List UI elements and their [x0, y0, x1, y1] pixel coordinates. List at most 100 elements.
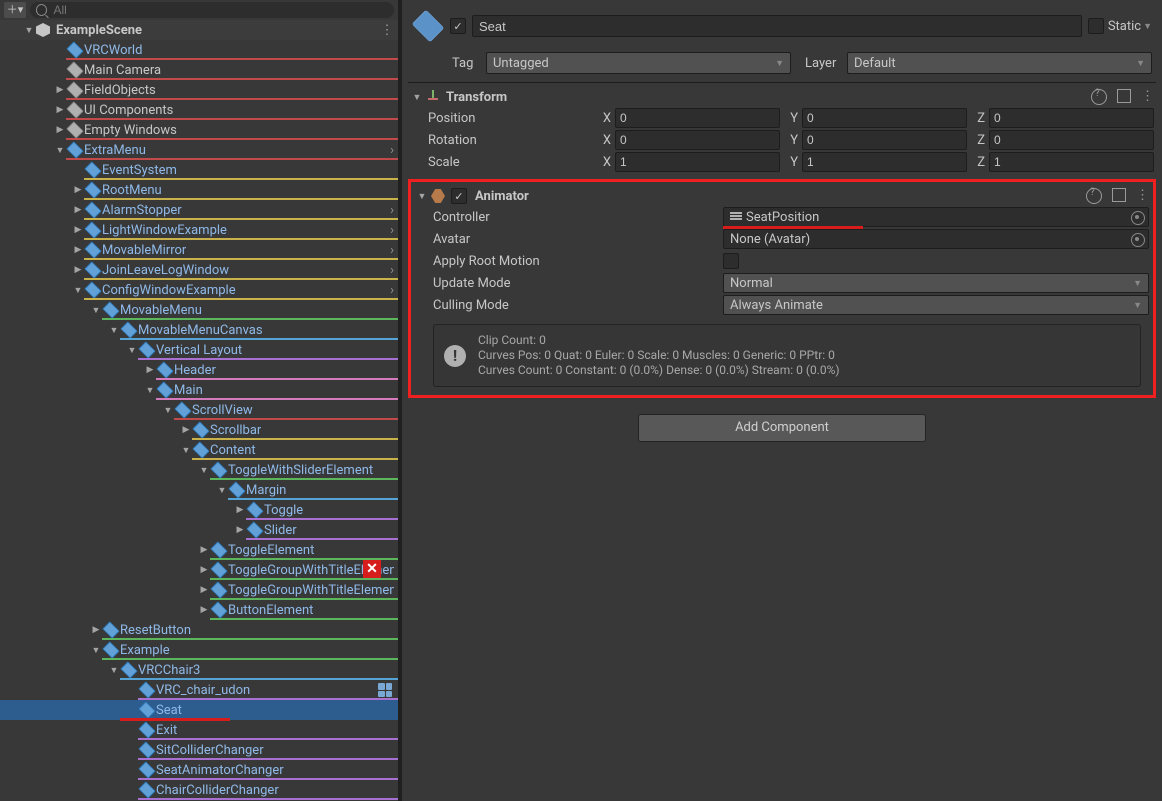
- foldout-icon[interactable]: [126, 345, 138, 356]
- controller-field[interactable]: SeatPosition: [723, 207, 1149, 227]
- help-icon[interactable]: [1091, 89, 1107, 105]
- foldout-icon[interactable]: [234, 525, 246, 535]
- culling-mode-dropdown[interactable]: Always Animate▼: [723, 295, 1149, 315]
- scene-header[interactable]: ExampleScene ⋮: [0, 20, 398, 40]
- scene-foldout[interactable]: [24, 25, 34, 36]
- hierarchy-row[interactable]: Exit: [0, 720, 398, 740]
- position-z-input[interactable]: [989, 108, 1154, 128]
- animator-foldout[interactable]: [415, 191, 429, 202]
- open-prefab-chevron-icon[interactable]: ›: [380, 223, 394, 238]
- hierarchy-row[interactable]: UI Components: [0, 100, 398, 120]
- hierarchy-row[interactable]: JoinLeaveLogWindow›: [0, 260, 398, 280]
- hierarchy-row[interactable]: ButtonElement: [0, 600, 398, 620]
- object-picker-icon[interactable]: [1131, 233, 1145, 247]
- animator-header[interactable]: Animator ⋮: [415, 186, 1149, 206]
- foldout-icon[interactable]: [72, 285, 84, 296]
- component-context-icon[interactable]: ⋮: [1141, 89, 1154, 105]
- object-picker-icon[interactable]: [1131, 211, 1145, 225]
- foldout-icon[interactable]: [72, 185, 84, 195]
- hierarchy-row[interactable]: ChairColliderChanger: [0, 780, 398, 800]
- active-checkbox[interactable]: [450, 18, 466, 34]
- component-context-icon[interactable]: ⋮: [1136, 188, 1149, 204]
- search-field-wrap[interactable]: [30, 2, 394, 18]
- foldout-icon[interactable]: [72, 245, 84, 255]
- hierarchy-row[interactable]: ConfigWindowExample›: [0, 280, 398, 300]
- foldout-icon[interactable]: [54, 85, 66, 95]
- foldout-icon[interactable]: [180, 445, 192, 456]
- hierarchy-row[interactable]: AlarmStopper›: [0, 200, 398, 220]
- transform-header[interactable]: Transform ⋮: [410, 87, 1154, 107]
- scene-context-button[interactable]: ⋮: [380, 23, 394, 38]
- foldout-icon[interactable]: [162, 405, 174, 416]
- rotation-x-input[interactable]: [615, 130, 780, 150]
- hierarchy-row[interactable]: LightWindowExample›: [0, 220, 398, 240]
- rotation-z-input[interactable]: [989, 130, 1154, 150]
- avatar-field[interactable]: None (Avatar): [723, 229, 1149, 249]
- hierarchy-row[interactable]: MovableMenu: [0, 300, 398, 320]
- hierarchy-row[interactable]: MovableMirror›: [0, 240, 398, 260]
- foldout-icon[interactable]: [72, 265, 84, 275]
- open-prefab-chevron-icon[interactable]: ›: [380, 243, 394, 258]
- hierarchy-row[interactable]: VRCChair3: [0, 660, 398, 680]
- apply-root-motion-checkbox[interactable]: [723, 253, 739, 269]
- open-prefab-chevron-icon[interactable]: ›: [380, 143, 394, 158]
- foldout-icon[interactable]: [90, 305, 102, 316]
- hierarchy-row[interactable]: RootMenu: [0, 180, 398, 200]
- foldout-icon[interactable]: [216, 485, 228, 496]
- hierarchy-row[interactable]: Main: [0, 380, 398, 400]
- foldout-icon[interactable]: [54, 125, 66, 135]
- foldout-icon[interactable]: [198, 465, 210, 476]
- hierarchy-row[interactable]: SeatAnimatorChanger: [0, 760, 398, 780]
- foldout-icon[interactable]: [234, 505, 246, 515]
- open-prefab-chevron-icon[interactable]: ›: [380, 203, 394, 218]
- foldout-icon[interactable]: [54, 145, 66, 156]
- scale-z-input[interactable]: [989, 152, 1154, 172]
- scale-y-input[interactable]: [802, 152, 967, 172]
- hierarchy-row[interactable]: Empty Windows: [0, 120, 398, 140]
- tag-dropdown[interactable]: Untagged▼: [486, 52, 791, 74]
- search-input[interactable]: [51, 2, 394, 18]
- foldout-icon[interactable]: [90, 625, 102, 635]
- hierarchy-row[interactable]: ToggleGroupWithTitleElement: [0, 580, 398, 600]
- foldout-icon[interactable]: [108, 665, 120, 676]
- foldout-icon[interactable]: [108, 325, 120, 336]
- hierarchy-row[interactable]: SitColliderChanger: [0, 740, 398, 760]
- static-dropdown-arrow[interactable]: ▼: [1143, 21, 1152, 32]
- hierarchy-row[interactable]: Content: [0, 440, 398, 460]
- hierarchy-row[interactable]: Margin: [0, 480, 398, 500]
- hierarchy-row[interactable]: Header: [0, 360, 398, 380]
- preset-icon[interactable]: [1112, 188, 1126, 202]
- hierarchy-row[interactable]: FieldObjects: [0, 80, 398, 100]
- animator-enabled-checkbox[interactable]: [451, 188, 467, 204]
- hierarchy-row[interactable]: Seat: [0, 700, 398, 720]
- hierarchy-row[interactable]: ResetButton: [0, 620, 398, 640]
- foldout-icon[interactable]: [144, 385, 156, 396]
- gameobject-name-input[interactable]: [472, 15, 1082, 37]
- scale-x-input[interactable]: [615, 152, 780, 172]
- foldout-icon[interactable]: [54, 105, 66, 115]
- open-prefab-chevron-icon[interactable]: ›: [380, 263, 394, 278]
- position-x-input[interactable]: [615, 108, 780, 128]
- hierarchy-row[interactable]: Main Camera: [0, 60, 398, 80]
- transform-foldout[interactable]: [410, 92, 424, 103]
- hierarchy-row[interactable]: VRCWorld: [0, 40, 398, 60]
- hierarchy-row[interactable]: Slider: [0, 520, 398, 540]
- foldout-icon[interactable]: [198, 565, 210, 575]
- hierarchy-row[interactable]: ToggleWithSliderElement: [0, 460, 398, 480]
- hierarchy-row[interactable]: ScrollView: [0, 400, 398, 420]
- foldout-icon[interactable]: [198, 605, 210, 615]
- hierarchy-row[interactable]: Toggle: [0, 500, 398, 520]
- hierarchy-row[interactable]: VRC_chair_udon: [0, 680, 398, 700]
- foldout-icon[interactable]: [198, 585, 210, 595]
- hierarchy-row[interactable]: MovableMenuCanvas: [0, 320, 398, 340]
- hierarchy-row[interactable]: ExtraMenu›: [0, 140, 398, 160]
- preset-icon[interactable]: [1117, 89, 1131, 103]
- hierarchy-row[interactable]: ToggleGroupWithTitleElement: [0, 560, 398, 580]
- hierarchy-row[interactable]: Vertical Layout: [0, 340, 398, 360]
- foldout-icon[interactable]: [144, 365, 156, 375]
- foldout-icon[interactable]: [72, 205, 84, 215]
- foldout-icon[interactable]: [180, 425, 192, 435]
- hierarchy-row[interactable]: EventSystem: [0, 160, 398, 180]
- rotation-y-input[interactable]: [802, 130, 967, 150]
- hierarchy-row[interactable]: Example: [0, 640, 398, 660]
